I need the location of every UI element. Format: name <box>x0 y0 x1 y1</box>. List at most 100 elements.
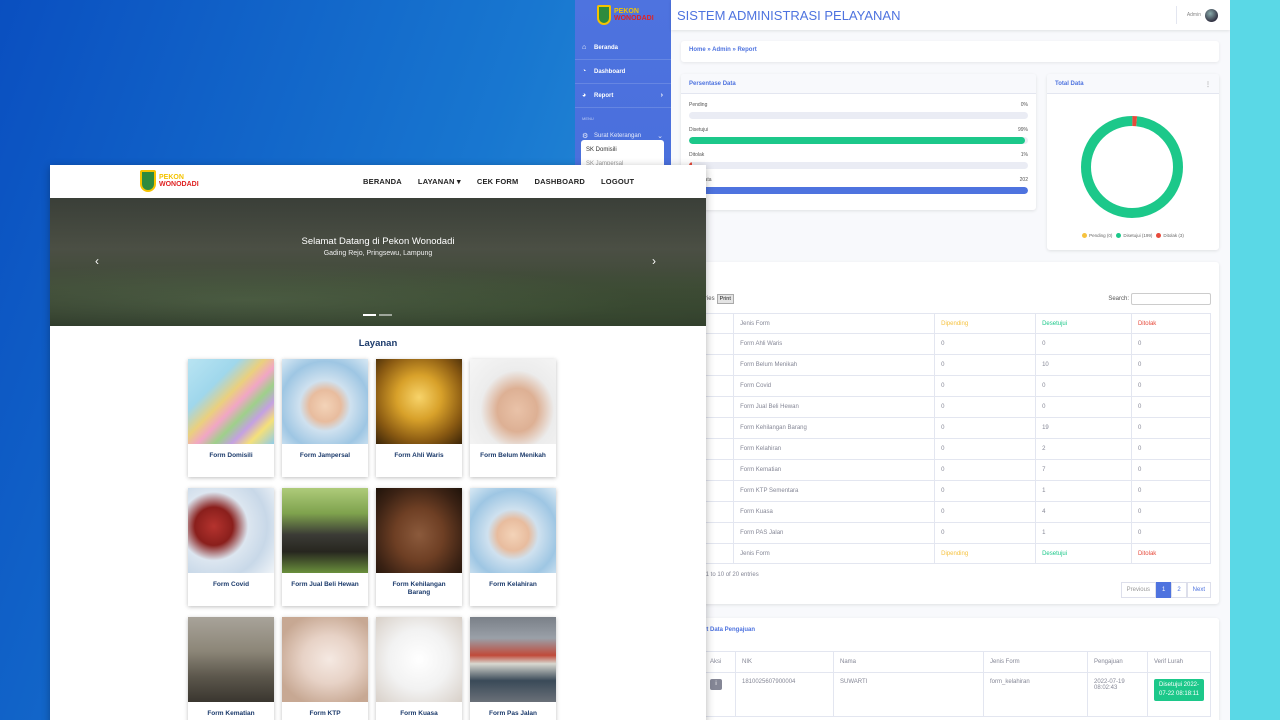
submenu-item-domisili[interactable]: SK Domisili <box>586 147 664 153</box>
column-header-pengajuan[interactable]: Pengajuan <box>1087 651 1148 673</box>
layanan-tile[interactable]: Form Ahli Waris <box>376 359 462 477</box>
cell-pending: 0 <box>934 459 1037 481</box>
feet-image[interactable] <box>188 617 274 702</box>
progress-row: Total Data202 <box>681 177 1036 194</box>
print-button[interactable]: Print <box>716 294 734 304</box>
traffic-image[interactable] <box>470 617 556 702</box>
cell-tolak: 0 <box>1130 501 1212 523</box>
previous-button[interactable]: Previous <box>1120 582 1156 598</box>
user-menu[interactable]: Admin <box>1175 6 1218 24</box>
layanan-tile[interactable]: Form Kelahiran <box>470 488 556 606</box>
cell-pengajuan: 2022-07-19 08:02:43 <box>1087 672 1148 717</box>
total-data-card: Total Data ⋮ Pending (0) Disetujui (199) D… <box>1047 74 1219 250</box>
column-header-jenis[interactable]: Jenis Form <box>733 313 936 334</box>
tile-label[interactable]: Form Kelahiran <box>470 581 556 589</box>
detail-icon[interactable]: i <box>710 679 722 690</box>
tile-label[interactable]: Form Kehilangan Barang <box>376 581 462 597</box>
shield-logo-icon <box>597 5 611 25</box>
progress-label: Disetujui <box>689 127 709 133</box>
tile-label[interactable]: Form Domisili <box>188 452 274 460</box>
baby-image[interactable] <box>470 488 556 573</box>
cell-tolak: 0 <box>1130 396 1212 418</box>
more-options-icon[interactable]: ⋮ <box>1205 81 1211 88</box>
next-button[interactable]: Next <box>1186 582 1211 598</box>
tile-label[interactable]: Form Kematian <box>188 710 274 718</box>
topbar: SISTEM ADMINISTRASI PELAYANAN Admin <box>671 0 1230 30</box>
pagination: Previous 1 2 Next <box>1120 582 1211 598</box>
tile-label[interactable]: Form Jampersal <box>282 452 368 460</box>
carousel-indicator-2[interactable] <box>379 314 392 316</box>
cell-tolak: 0 <box>1130 354 1212 376</box>
legend-item[interactable]: Pending (0) <box>1082 233 1112 238</box>
tile-label[interactable]: Form Pas Jalan <box>470 710 556 718</box>
tile-label[interactable]: Form Ahli Waris <box>376 452 462 460</box>
layanan-tile[interactable]: Form Covid <box>188 488 274 606</box>
wallet-image[interactable] <box>376 488 462 573</box>
donut-slice-1[interactable] <box>1081 116 1183 218</box>
layanan-tile[interactable]: Form KTP <box>282 617 368 720</box>
tile-label[interactable]: Form Belum Menikah <box>470 452 556 460</box>
column-header-tolak[interactable]: Ditolak <box>1130 313 1212 334</box>
column-header-setuju[interactable]: Desetujui <box>1035 313 1132 334</box>
sidebar-item-report[interactable]: ◕ Report › <box>575 84 671 108</box>
covid-image[interactable] <box>188 488 274 573</box>
coins-image[interactable] <box>376 359 462 444</box>
pen-image[interactable] <box>282 617 368 702</box>
cell-tolak: 0 <box>1130 480 1212 502</box>
buffalo-image[interactable] <box>282 488 368 573</box>
progress-label: Pending <box>689 102 708 108</box>
carousel-next-icon[interactable]: › <box>652 254 656 268</box>
status-badge: Disetujui 2022-07-22 08:18:11 <box>1154 679 1204 701</box>
layanan-tile[interactable]: Form Belum Menikah <box>470 359 556 477</box>
progress-value: 0% <box>1020 102 1028 108</box>
tile-label[interactable]: Form Kuasa <box>376 710 462 718</box>
cell-setuju: 0 <box>1035 333 1132 355</box>
site-logo[interactable]: PEKON WONODADI <box>140 170 199 192</box>
layanan-tile[interactable]: Form Kuasa <box>376 617 462 720</box>
layanan-tile[interactable]: Form Domisili <box>188 359 274 477</box>
legend-item[interactable]: Ditolak (3) <box>1156 233 1184 238</box>
shield-logo-icon <box>140 170 156 192</box>
nav-beranda[interactable]: BERANDA <box>363 177 402 186</box>
column-header-jenis-form[interactable]: Jenis Form <box>983 651 1088 673</box>
legend-item[interactable]: Disetujui (199) <box>1116 233 1152 238</box>
nav-cek-form[interactable]: CEK FORM <box>477 177 519 186</box>
column-header-verif[interactable]: Verif Lurah <box>1147 651 1211 673</box>
legend-label: Pending (0) <box>1089 233 1113 238</box>
column-header-aksi[interactable]: Aksi <box>703 651 736 673</box>
layanan-tile[interactable]: Form Pas Jalan <box>470 617 556 720</box>
column-header-nama[interactable]: Nama <box>833 651 984 673</box>
page-2-button[interactable]: 2 <box>1171 582 1187 598</box>
cell-jenis-form: Form Ahli Waris <box>733 333 936 355</box>
hand-image[interactable] <box>470 359 556 444</box>
public-site-window: PEKON WONODADI BERANDA LAYANAN ▾ CEK FOR… <box>50 165 706 720</box>
layanan-tile[interactable]: Form Jual Beli Hewan <box>282 488 368 606</box>
carousel-indicator-1[interactable] <box>363 314 376 316</box>
sidebar-item-label: Dashboard <box>594 68 626 75</box>
breadcrumb[interactable]: Home » Admin » Report <box>681 41 1219 62</box>
column-header-pending[interactable]: Dipending <box>934 313 1037 334</box>
baby-image[interactable] <box>282 359 368 444</box>
nav-layanan-dropdown[interactable]: LAYANAN ▾ <box>418 177 461 186</box>
signature-image[interactable] <box>376 617 462 702</box>
map-image[interactable] <box>188 359 274 444</box>
tile-label[interactable]: Form Jual Beli Hewan <box>282 581 368 589</box>
carousel-prev-icon[interactable]: ‹ <box>95 254 99 268</box>
cell-tolak: 0 <box>1130 333 1212 355</box>
nav-dashboard[interactable]: DASHBOARD <box>534 177 585 186</box>
layanan-tile[interactable]: Form Kehilangan Barang <box>376 488 462 606</box>
sidebar-item-beranda[interactable]: ⌂ Beranda <box>575 36 671 60</box>
cell-setuju: 7 <box>1035 459 1132 481</box>
tile-label[interactable]: Form Covid <box>188 581 274 589</box>
form-summary-table: No Jenis Form Dipending Desetujui Ditola… <box>681 313 1212 564</box>
sidebar-logo[interactable]: PEKON WONODADI <box>575 0 671 30</box>
column-header-nik[interactable]: NIK <box>735 651 834 673</box>
sidebar-item-dashboard[interactable]: ◔ Dashboard <box>575 60 671 84</box>
tile-label[interactable]: Form KTP <box>282 710 368 718</box>
table-row: 1 i 1810025607900004 SUWARTI form_kelahi… <box>681 672 1211 717</box>
layanan-tile[interactable]: Form Jampersal <box>282 359 368 477</box>
page-1-button[interactable]: 1 <box>1155 582 1172 598</box>
layanan-tile[interactable]: Form Kematian <box>188 617 274 720</box>
search-input[interactable] <box>1131 293 1211 305</box>
nav-logout[interactable]: LOGOUT <box>601 177 634 186</box>
